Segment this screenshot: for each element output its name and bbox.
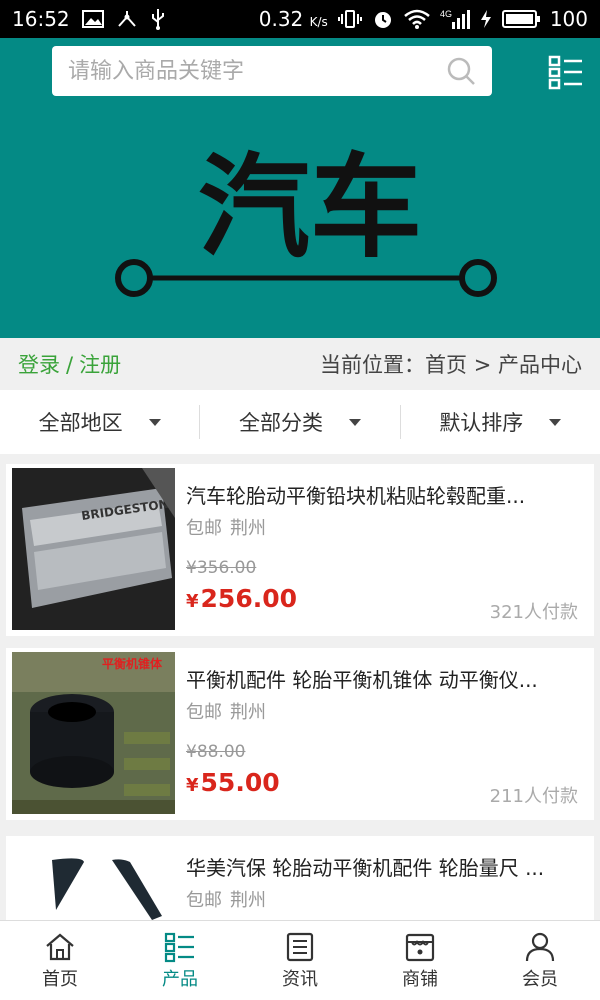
original-price: ¥88.00 [186, 742, 246, 762]
caret-down-icon [549, 418, 562, 426]
status-bar: 16:52 0.32 K/s 4G 100 [0, 0, 600, 38]
user-icon [525, 932, 555, 961]
tab-home[interactable]: 首页 [0, 921, 120, 1000]
breadcrumb-current: 产品中心 [498, 353, 582, 377]
usb-icon [151, 9, 164, 30]
filter-region[interactable]: 全部地区 [0, 405, 199, 439]
product-title[interactable]: 平衡机配件 轮胎平衡机锥体 动平衡仪... [186, 664, 578, 693]
tab-products-label: 产品 [162, 968, 198, 990]
product-card[interactable]: 平衡机锥体 平衡机配件 轮胎平衡机锥体 动平衡仪... 包邮 荆州 ¥88.00 … [6, 648, 594, 820]
caret-down-icon [148, 418, 161, 426]
login-separator: / [66, 353, 74, 377]
login-link[interactable]: 登录 [18, 353, 60, 377]
product-image[interactable] [12, 840, 175, 920]
home-icon [46, 933, 74, 960]
car-logo: 汽车 [115, 148, 497, 297]
filter-sort[interactable]: 默认排序 [399, 405, 600, 439]
search-box[interactable] [52, 46, 492, 96]
breadcrumb-bar: 登录 / 注册 当前位置：首页 > 产品中心 [0, 338, 600, 390]
product-list: BRIDGESTONE 汽车轮胎动平衡铅块机粘贴轮毂配重... 包邮 荆州 ¥35… [0, 462, 600, 920]
charging-icon [480, 10, 491, 28]
product-shipping: 包邮 荆州 [186, 518, 266, 539]
wifi-icon [404, 9, 430, 29]
filter-region-label: 全部地区 [38, 411, 123, 435]
image-icon [81, 10, 104, 28]
breadcrumb-arrow: > [473, 353, 492, 377]
share-icon [117, 11, 136, 27]
breadcrumb-home[interactable]: 首页 [425, 353, 467, 377]
product-title[interactable]: 华美汽保 轮胎动平衡机配件 轮胎量尺 ... [186, 852, 578, 881]
bottom-tab-bar: 首页 产品 资讯 商铺 会员 [0, 920, 600, 1000]
login-register: 登录 / 注册 [18, 349, 121, 379]
filter-category[interactable]: 全部分类 [199, 405, 399, 439]
register-link[interactable]: 注册 [79, 353, 121, 377]
signal-icon: 4G [440, 9, 470, 29]
product-shipping: 包邮 荆州 [186, 702, 266, 723]
product-shipping: 包邮 荆州 [186, 890, 266, 911]
tab-member[interactable]: 会员 [480, 921, 600, 1000]
sales-count: 211人付款 [489, 786, 578, 807]
battery-icon [501, 10, 540, 28]
vibrate-icon [337, 10, 362, 28]
category-menu-icon[interactable] [548, 54, 584, 90]
shop-icon [405, 933, 435, 961]
tab-shop-label: 商铺 [402, 968, 438, 990]
tab-member-label: 会员 [522, 968, 558, 990]
grid-list-icon [164, 932, 194, 962]
tab-shop[interactable]: 商铺 [360, 921, 480, 1000]
status-time: 16:52 [12, 7, 70, 31]
svg-text:平衡机锥体: 平衡机锥体 [102, 656, 163, 671]
tab-products[interactable]: 产品 [120, 921, 240, 1000]
filter-bar: 全部地区 全部分类 默认排序 [0, 390, 600, 454]
product-title[interactable]: 汽车轮胎动平衡铅块机粘贴轮毂配重... [186, 480, 578, 509]
tab-news-label: 资讯 [282, 968, 318, 990]
svg-text:4G: 4G [440, 9, 452, 19]
battery-level: 100 [549, 7, 588, 31]
breadcrumb: 当前位置：首页 > 产品中心 [320, 349, 582, 379]
original-price: ¥356.00 [186, 558, 257, 578]
tab-home-label: 首页 [42, 968, 78, 990]
caret-down-icon [348, 418, 361, 426]
product-image[interactable]: 平衡机锥体 [12, 652, 175, 814]
product-card[interactable]: 华美汽保 轮胎动平衡机配件 轮胎量尺 ... 包邮 荆州 [6, 836, 594, 920]
tab-news[interactable]: 资讯 [240, 921, 360, 1000]
alarm-icon [374, 12, 391, 28]
product-price: ¥55.00 [186, 768, 280, 797]
news-icon [286, 932, 314, 961]
search-icon[interactable] [446, 56, 476, 86]
svg-text:汽车: 汽车 [198, 148, 422, 273]
header-banner: 汽车 [0, 38, 600, 338]
product-image[interactable]: BRIDGESTONE [12, 468, 175, 630]
filter-sort-label: 默认排序 [439, 411, 524, 435]
sales-count: 321人付款 [489, 602, 578, 623]
product-card[interactable]: BRIDGESTONE 汽车轮胎动平衡铅块机粘贴轮毂配重... 包邮 荆州 ¥35… [6, 464, 594, 636]
search-input[interactable] [68, 58, 446, 84]
location-label: 当前位置： [320, 353, 426, 377]
product-price: ¥256.00 [186, 584, 298, 613]
filter-category-label: 全部分类 [238, 411, 323, 435]
network-speed: 0.32 K/s [258, 7, 328, 31]
